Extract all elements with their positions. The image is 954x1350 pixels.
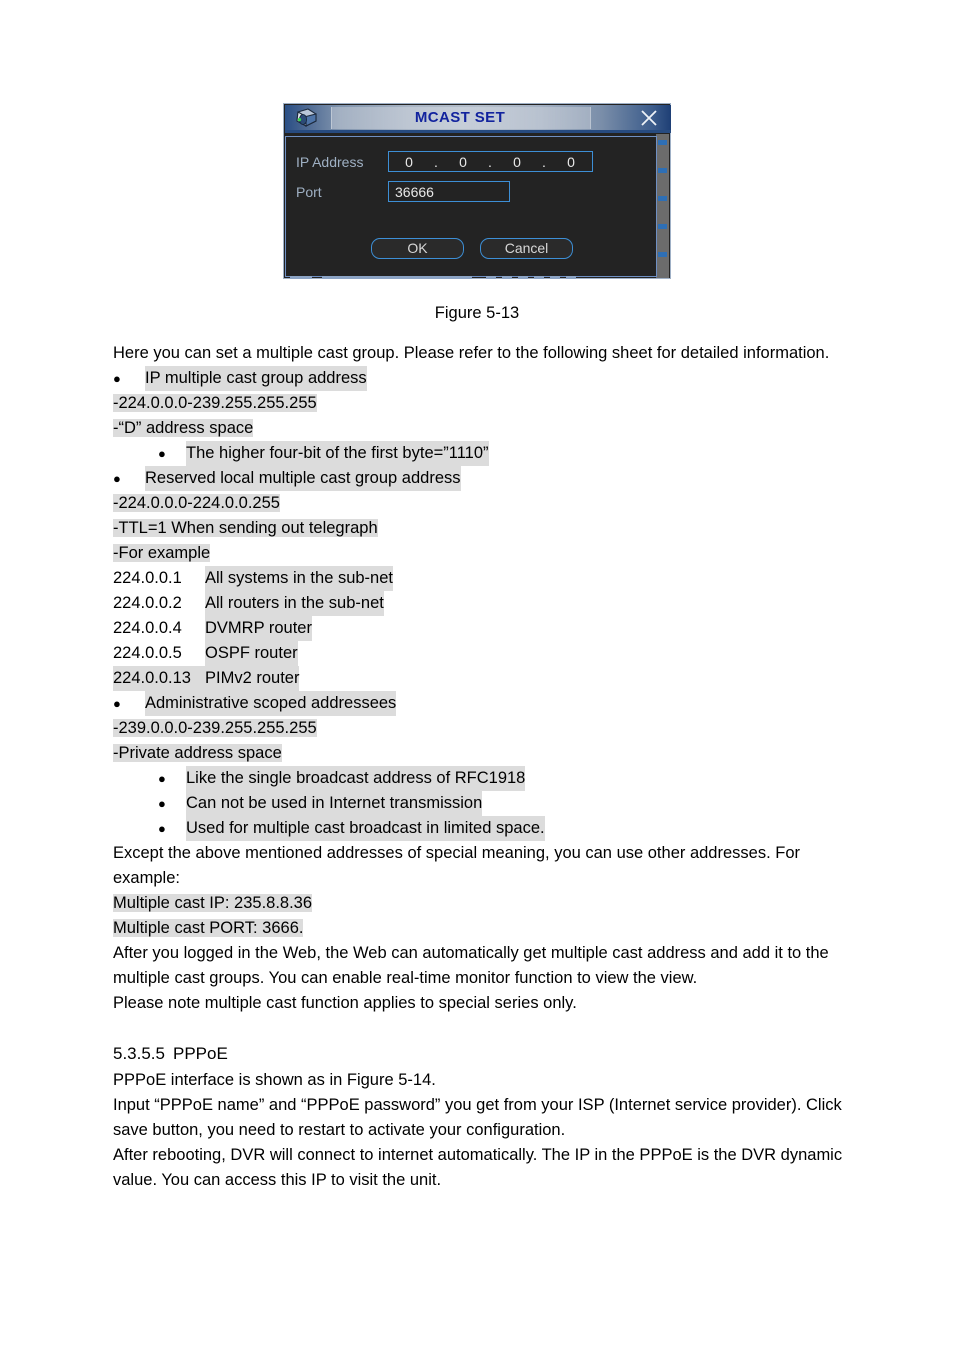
address-desc: OSPF router: [205, 641, 298, 666]
bullet-text: Reserved local multiple cast group addre…: [145, 466, 461, 491]
text-line: -“D” address space: [113, 416, 843, 441]
bullet-text: Used for multiple cast broadcast in limi…: [186, 816, 545, 841]
paragraph-note: Please note multiple cast function appli…: [113, 994, 577, 1012]
line-text: -239.0.0.0-239.255.255.255: [113, 719, 317, 737]
section-paragraph-3: After rebooting, DVR will connect to int…: [113, 1146, 847, 1189]
list-item: ● The higher four-bit of the first byte=…: [113, 441, 843, 466]
ip-octet-4: 0: [567, 153, 576, 170]
address-ip: 224.0.0.1: [113, 569, 182, 587]
figure-5-13-image: MCAST SET IP Address 0 . 0 . 0 . 0 Port …: [283, 103, 671, 279]
address-row: 224.0.0.4 DVMRP router: [113, 616, 843, 641]
list-item: ● Like the single broadcast address of R…: [113, 766, 843, 791]
dialog-button-bar: OK Cancel: [286, 238, 658, 259]
text-line: -239.0.0.0-239.255.255.255: [113, 716, 843, 741]
text-line: -For example: [113, 541, 843, 566]
background-bleed-artifact: [290, 275, 660, 280]
text-line: -224.0.0.0-239.255.255.255: [113, 391, 843, 416]
list-item: ● Administrative scoped addressees: [113, 691, 843, 716]
address-row: 224.0.0.5 OSPF router: [113, 641, 843, 666]
line-text: -224.0.0.0-224.0.0.255: [113, 494, 280, 512]
bullet-icon: ●: [113, 471, 121, 486]
port-label: Port: [296, 183, 322, 200]
bullet-text: Administrative scoped addressees: [145, 691, 397, 716]
text-line: -Private address space: [113, 741, 843, 766]
intro-paragraph: Here you can set a multiple cast group. …: [113, 344, 830, 362]
mcast-set-dialog: MCAST SET IP Address 0 . 0 . 0 . 0 Port …: [283, 103, 671, 279]
section-paragraph-1: PPPoE interface is shown as in Figure 5-…: [113, 1071, 436, 1089]
ip-separator: .: [488, 153, 493, 170]
address-desc: DVMRP router: [205, 616, 312, 641]
text-line: Multiple cast IP: 235.8.8.36: [113, 891, 843, 916]
bullet-text: Like the single broadcast address of RFC…: [186, 766, 526, 791]
bullet-text: IP multiple cast group address: [145, 366, 367, 391]
address-desc: All systems in the sub-net: [205, 566, 393, 591]
line-text: -“D” address space: [113, 419, 254, 437]
line-text: -Private address space: [113, 744, 282, 762]
address-row: 224.0.0.13 PIMv2 router: [113, 666, 843, 691]
bullet-icon: ●: [113, 371, 121, 386]
ip-separator: .: [434, 153, 439, 170]
close-icon[interactable]: [639, 108, 659, 128]
cancel-button[interactable]: Cancel: [480, 238, 573, 259]
list-item: ● IP multiple cast group address: [113, 366, 843, 391]
line-text: -TTL=1 When sending out telegraph: [113, 519, 378, 537]
bullet-text: Can not be used in Internet transmission: [186, 791, 483, 816]
paragraph-except: Except the above mentioned addresses of …: [113, 844, 805, 887]
port-row: Port 36666: [296, 181, 510, 202]
bullet-icon: ●: [158, 446, 166, 461]
address-desc: PIMv2 router: [205, 666, 300, 691]
mcast-port-text: Multiple cast PORT: 3666.: [113, 919, 304, 937]
port-input[interactable]: 36666: [388, 181, 510, 202]
address-row: 224.0.0.1 All systems in the sub-net: [113, 566, 843, 591]
ip-octet-1: 0: [405, 153, 414, 170]
address-ip: 224.0.0.4: [113, 619, 182, 637]
section-paragraph-2: Input “PPPoE name” and “PPPoE password” …: [113, 1096, 847, 1139]
paragraph-after-login: After you logged in the Web, the Web can…: [113, 944, 834, 987]
bullet-icon: ●: [158, 771, 166, 786]
ip-address-input[interactable]: 0 . 0 . 0 . 0: [388, 151, 593, 172]
bullet-icon: ●: [158, 821, 166, 836]
text-line: -224.0.0.0-224.0.0.255: [113, 491, 843, 516]
address-ip: 224.0.0.2: [113, 594, 182, 612]
address-ip: 224.0.0.5: [113, 644, 182, 662]
bullet-icon: ●: [113, 696, 121, 711]
section-title: PPPoE: [173, 1044, 228, 1063]
line-text: -224.0.0.0-239.255.255.255: [113, 394, 317, 412]
dialog-body: IP Address 0 . 0 . 0 . 0 Port 36666 OK C…: [285, 136, 657, 277]
dialog-title: MCAST SET: [414, 109, 506, 126]
ok-button[interactable]: OK: [371, 238, 464, 259]
bullet-icon: ●: [158, 796, 166, 811]
ip-address-row: IP Address 0 . 0 . 0 . 0: [296, 151, 593, 172]
line-text: -For example: [113, 544, 211, 562]
text-line: Multiple cast PORT: 3666.: [113, 916, 843, 941]
section-heading: 5.3.5.5 PPPoE: [113, 1040, 843, 1068]
bullet-text: The higher four-bit of the first byte=”1…: [186, 441, 489, 466]
address-ip: 224.0.0.13: [113, 666, 205, 691]
address-desc: All routers in the sub-net: [205, 591, 384, 616]
list-item: ● Can not be used in Internet transmissi…: [113, 791, 843, 816]
dialog-titlebar: MCAST SET: [285, 105, 671, 133]
ip-octet-3: 0: [513, 153, 522, 170]
figure-caption: Figure 5-13: [434, 304, 520, 322]
text-line: -TTL=1 When sending out telegraph: [113, 516, 843, 541]
document-body: Here you can set a multiple cast group. …: [113, 341, 843, 1193]
ip-address-label: IP Address: [296, 153, 364, 170]
mcast-ip-text: Multiple cast IP: 235.8.8.36: [113, 894, 313, 912]
network-device-icon: [291, 107, 321, 131]
ip-octet-2: 0: [459, 153, 468, 170]
section-number: 5.3.5.5: [113, 1044, 165, 1063]
address-row: 224.0.0.2 All routers in the sub-net: [113, 591, 843, 616]
list-item: ● Used for multiple cast broadcast in li…: [113, 816, 843, 841]
list-item: ● Reserved local multiple cast group add…: [113, 466, 843, 491]
ip-separator: .: [542, 153, 547, 170]
